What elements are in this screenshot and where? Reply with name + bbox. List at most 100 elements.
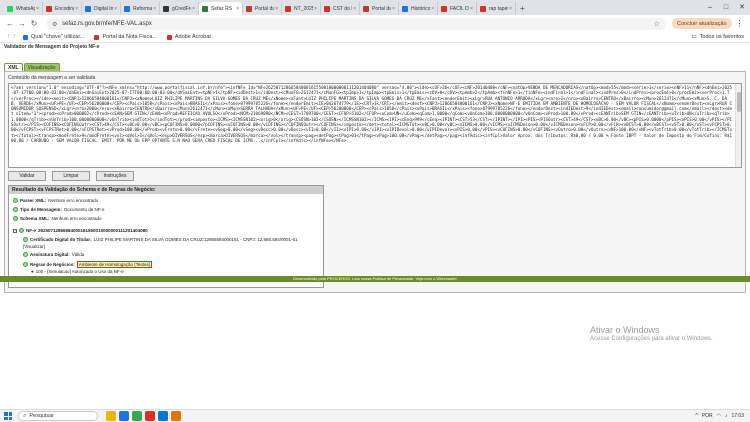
check-ok-icon bbox=[13, 216, 18, 221]
browser-tab[interactable]: Digital Inv× bbox=[82, 2, 121, 15]
menu-kebab-icon[interactable]: ⋮ bbox=[736, 19, 744, 28]
update-button[interactable]: Concluir atualização bbox=[672, 18, 732, 29]
taskbar-app-icon[interactable] bbox=[132, 411, 142, 421]
tab-favicon-icon bbox=[124, 5, 130, 12]
tab-label: Portal da bbox=[372, 5, 392, 12]
bookmark-star-icon[interactable]: ☆ bbox=[654, 20, 660, 28]
nfe-row: − NF-e 262507128665840001615500100000001… bbox=[13, 228, 148, 233]
tab-favicon-icon bbox=[363, 5, 369, 12]
validation-result: Resultado da Validação do Schema e de Re… bbox=[8, 185, 324, 288]
close-tab-icon[interactable]: × bbox=[353, 6, 356, 12]
page-title: Validador de Mensagem do Projeto NF-e bbox=[4, 44, 100, 50]
address-bar[interactable]: ⚙ sefaz.rs.gov.br/nfe/NFE-VAL.aspx ☆ bbox=[46, 17, 666, 30]
tab-favicon-icon bbox=[324, 5, 330, 12]
speaker-icon[interactable]: ♪ bbox=[725, 413, 728, 419]
page-footer[interactable]: Desenvolvido pela PROCERGS. Leia nossa P… bbox=[0, 276, 750, 282]
close-tab-icon[interactable]: × bbox=[392, 6, 395, 12]
site-info-icon[interactable]: ⚙ bbox=[52, 21, 58, 28]
browser-tab[interactable]: Reforma × bbox=[121, 2, 160, 15]
bookmark-item[interactable]: Adobe Acrobat bbox=[166, 34, 211, 40]
tab-favicon-icon bbox=[202, 5, 208, 12]
close-tab-icon[interactable]: × bbox=[114, 6, 117, 12]
browser-tab[interactable]: gCredFre × bbox=[160, 2, 199, 15]
new-tab-button[interactable]: + bbox=[520, 2, 525, 15]
bookmark-item[interactable]: Qual "chave" utilizar... bbox=[23, 34, 84, 40]
taskbar-app-icon[interactable] bbox=[158, 411, 168, 421]
validar-button[interactable]: Validar bbox=[8, 171, 46, 181]
tab-label: WhatsApp bbox=[16, 5, 35, 12]
browser-tab[interactable]: WhatsApp× bbox=[4, 2, 43, 15]
close-tab-icon[interactable]: × bbox=[192, 6, 195, 12]
maximize-icon[interactable]: □ bbox=[718, 0, 734, 15]
close-tab-icon[interactable]: × bbox=[236, 6, 239, 12]
action-buttons: Validar Limpar Instruções bbox=[8, 171, 140, 181]
close-tab-icon[interactable]: × bbox=[509, 6, 512, 12]
tab-label: Reforma bbox=[133, 5, 153, 12]
browser-tab[interactable]: FACIL DE× bbox=[438, 2, 477, 15]
cert-row: Certificado Digital do Titular: LUIZ PHI… bbox=[23, 237, 298, 242]
close-tab-icon[interactable]: × bbox=[470, 6, 473, 12]
minimize-icon[interactable]: – bbox=[702, 0, 718, 15]
wifi-icon[interactable]: ◠ bbox=[717, 413, 721, 419]
bookmarks-bar: ⋮⋮ Qual "chave" utilizar... Portal da Not… bbox=[0, 32, 750, 43]
clock[interactable]: 17:03 bbox=[731, 413, 744, 419]
close-tab-icon[interactable]: × bbox=[153, 6, 156, 12]
language-indicator[interactable]: POR bbox=[702, 413, 713, 419]
url-text[interactable]: sefaz.rs.gov.br/nfe/NFE-VAL.aspx bbox=[62, 21, 648, 27]
xml-scrollbar[interactable] bbox=[735, 84, 741, 167]
close-tab-icon[interactable]: × bbox=[275, 6, 278, 12]
browser-tab[interactable]: NT_2025 × bbox=[282, 2, 321, 15]
close-tab-icon[interactable]: × bbox=[431, 6, 434, 12]
close-tab-icon[interactable]: × bbox=[36, 6, 39, 12]
limpar-button[interactable]: Limpar bbox=[52, 171, 90, 181]
chevron-up-icon[interactable]: ^ bbox=[695, 413, 697, 419]
pinned-apps bbox=[106, 411, 184, 421]
check-ok-icon bbox=[23, 237, 28, 242]
close-window-icon[interactable]: ✕ bbox=[734, 0, 750, 15]
check-ok-icon bbox=[13, 198, 18, 203]
browser-tab[interactable]: Sefaz RS × bbox=[199, 2, 243, 15]
bookmark-favicon-icon bbox=[94, 34, 100, 40]
check-ok-icon bbox=[19, 228, 24, 233]
browser-tab-strip: WhatsApp×Encoding -×Digital Inv×Reforma×… bbox=[0, 0, 750, 15]
taskbar-app-icon[interactable] bbox=[171, 411, 181, 421]
tab-label: Digital Inv bbox=[94, 5, 113, 12]
start-windows-icon[interactable] bbox=[4, 412, 12, 420]
tab-favicon-icon bbox=[46, 5, 52, 12]
browser-tab[interactable]: Portal da × bbox=[360, 2, 399, 15]
browser-tab[interactable]: Encoding -× bbox=[43, 2, 82, 15]
close-tab-icon[interactable]: × bbox=[75, 6, 78, 12]
scroll-thumb[interactable] bbox=[737, 92, 741, 112]
schema-row: Schema XML: Nenhum erro encontrado bbox=[13, 216, 102, 221]
back-icon[interactable]: ← bbox=[4, 19, 16, 28]
browser-toolbar: ← → ↻ ⚙ sefaz.rs.gov.br/nfe/NFE-VAL.aspx… bbox=[0, 15, 750, 32]
tab-label: Histórico bbox=[411, 5, 431, 12]
apps-grid-icon[interactable]: ⋮⋮ bbox=[6, 34, 17, 40]
taskbar-app-icon[interactable] bbox=[106, 411, 116, 421]
xml-textarea[interactable]: <?xml version="1.0" encoding="UTF-8"?><N… bbox=[8, 83, 742, 168]
collapse-toggle[interactable]: − bbox=[13, 228, 17, 233]
browser-tab[interactable]: Portal da × bbox=[243, 2, 282, 15]
taskbar-app-icon[interactable] bbox=[119, 411, 129, 421]
taskbar-search[interactable]: ⌕ Pesquisar bbox=[18, 411, 98, 421]
close-tab-icon[interactable]: × bbox=[314, 6, 317, 12]
all-bookmarks[interactable]: ▭ Todos os favoritos bbox=[691, 34, 744, 40]
bookmark-item[interactable]: Portal da Nota Fisca... bbox=[94, 34, 157, 40]
system-tray: ^ POR ◠ ♪ 17:03 bbox=[691, 413, 750, 419]
tab-favicon-icon bbox=[85, 5, 91, 12]
tab-favicon-icon bbox=[163, 5, 169, 12]
browser-tab[interactable]: Histórico × bbox=[399, 2, 438, 15]
taskbar-app-icon[interactable] bbox=[145, 411, 155, 421]
signature-row: Assinatura Digital: Válida bbox=[23, 252, 84, 257]
forward-icon[interactable]: → bbox=[16, 19, 28, 28]
tab-favicon-icon bbox=[480, 5, 486, 12]
tab-label: Encoding - bbox=[55, 5, 75, 12]
instrucoes-button[interactable]: Instruções bbox=[96, 171, 134, 181]
browser-tab[interactable]: rap tapet × bbox=[477, 2, 516, 15]
bookmark-label: Portal da Nota Fisca... bbox=[102, 34, 157, 40]
check-ok-icon bbox=[23, 252, 28, 257]
browser-tab[interactable]: CST do IB× bbox=[321, 2, 360, 15]
visualizar-link[interactable]: [Visualizar] bbox=[23, 244, 45, 249]
bullet-icon: ● bbox=[31, 269, 34, 274]
reload-icon[interactable]: ↻ bbox=[28, 19, 40, 28]
